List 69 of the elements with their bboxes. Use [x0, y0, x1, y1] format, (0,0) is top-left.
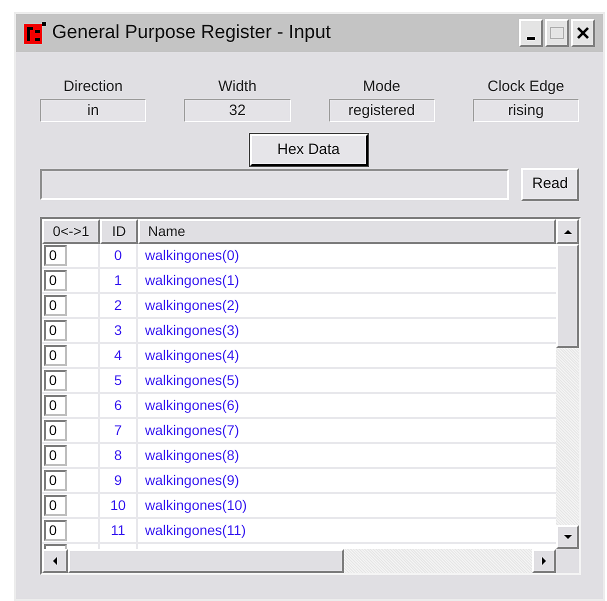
bit-field[interactable]: 0 [44, 395, 67, 416]
close-icon [577, 27, 589, 39]
id-cell-text: 3 [114, 321, 122, 340]
close-button[interactable] [571, 19, 595, 47]
id-cell-text: 1 [114, 271, 122, 290]
hex-data-field[interactable] [40, 169, 510, 200]
id-cell-text: 11 [110, 521, 126, 540]
name-cell-text: walkingones(2) [145, 296, 240, 315]
scroll-right-button[interactable] [532, 549, 556, 573]
id-cell-text: 6 [114, 396, 122, 415]
app-logo-icon [24, 22, 46, 44]
property-label: Width [218, 78, 257, 96]
horizontal-scrollbar[interactable] [42, 549, 579, 573]
down-arrow-icon [564, 534, 572, 540]
right-arrow-icon [541, 557, 547, 565]
hex-data-button[interactable]: Hex Data [250, 134, 368, 166]
window-title: General Purpose Register - Input [52, 20, 332, 45]
name-cell-text: walkingones(3) [145, 321, 240, 340]
property-label: Direction [64, 78, 123, 96]
name-cell-text: walkingones(9) [145, 471, 240, 490]
column-header[interactable]: Name [138, 219, 556, 244]
name-cell-text: walkingones(4) [145, 346, 240, 365]
property-value: 32 [184, 99, 290, 122]
bit-field[interactable]: 0 [44, 420, 67, 441]
vertical-scrollbar[interactable] [556, 219, 579, 549]
name-cell-text: walkingones(6) [145, 396, 240, 415]
bit-field[interactable]: 0 [44, 445, 67, 466]
bit-field[interactable]: 0 [44, 370, 67, 391]
property-value: in [40, 99, 146, 122]
up-arrow-icon [564, 228, 572, 234]
column-header[interactable]: 0<->1 [42, 219, 100, 244]
bit-field[interactable]: 0 [44, 520, 67, 541]
id-cell-text: 10 [110, 496, 126, 515]
id-cell-text: 7 [114, 421, 122, 440]
read-button[interactable]: Read [521, 168, 579, 201]
id-cell-text: 4 [114, 346, 122, 365]
bit-field[interactable]: 0 [44, 295, 67, 316]
id-cell-text: 2 [114, 296, 122, 315]
bit-field[interactable]: 0 [44, 320, 67, 341]
bit-field[interactable]: 0 [44, 495, 67, 516]
left-arrow-icon [52, 557, 58, 565]
id-cell-text: 5 [114, 371, 122, 390]
bit-field[interactable]: 0 [44, 345, 67, 366]
name-cell-text: walkingones(10) [145, 496, 247, 515]
scroll-thumb[interactable] [68, 549, 344, 573]
property-value: registered [328, 99, 435, 122]
bit-field[interactable]: 0 [44, 470, 67, 491]
scroll-up-button[interactable] [556, 219, 579, 244]
name-cell-text: walkingones(1) [145, 271, 240, 290]
maximize-button[interactable] [545, 19, 569, 47]
name-cell-text: walkingones(8) [145, 446, 240, 465]
name-cell-text: walkingones(7) [145, 421, 240, 440]
minimize-button[interactable] [519, 19, 543, 47]
scroll-left-button[interactable] [42, 549, 68, 573]
bit-field[interactable]: 0 [44, 245, 67, 266]
name-cell-text: walkingones(0) [145, 246, 240, 265]
name-cell-text: walkingones(11) [145, 521, 246, 540]
id-cell-text: 8 [114, 446, 122, 465]
name-cell-text: walkingones(5) [145, 371, 240, 390]
bit-field[interactable]: 0 [44, 270, 67, 291]
property-label: Clock Edge [488, 78, 564, 96]
id-cell-text: 9 [114, 471, 122, 490]
scroll-thumb[interactable] [556, 244, 579, 348]
id-cell-text: 0 [114, 246, 122, 265]
column-header[interactable]: ID [100, 219, 138, 244]
scroll-down-button[interactable] [556, 525, 579, 549]
property-label: Mode [362, 78, 400, 96]
property-value: rising [472, 99, 579, 122]
scrollbar-corner [556, 549, 579, 573]
